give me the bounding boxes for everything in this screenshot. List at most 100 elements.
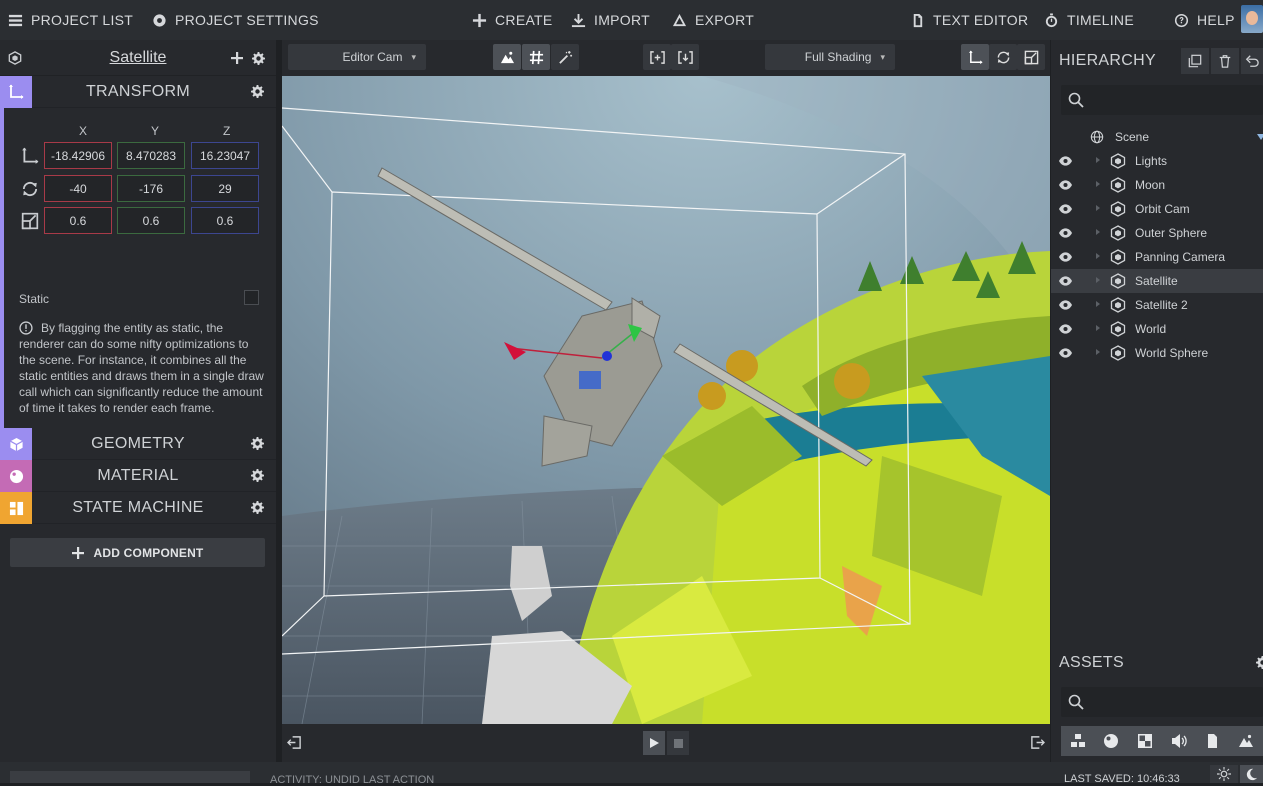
rotate-tool[interactable] [989, 44, 1017, 70]
visibility-eye-icon[interactable] [1059, 204, 1072, 214]
effects-toggle[interactable] [551, 44, 579, 70]
position-z-field[interactable]: 16.23047 [191, 142, 259, 169]
visibility-eye-icon[interactable] [1059, 300, 1072, 310]
import-button[interactable]: IMPORT [571, 0, 650, 40]
focus-button[interactable] [643, 44, 671, 70]
tree-item-label: Moon [1135, 178, 1166, 192]
visibility-eye-icon[interactable] [1059, 348, 1072, 358]
scene-view-toggle[interactable] [493, 44, 521, 70]
snap-button[interactable] [671, 44, 699, 70]
tree-item[interactable]: Satellite [1051, 269, 1263, 293]
scale-z-field[interactable]: 0.6 [191, 207, 259, 234]
scale-y-field[interactable]: 0.6 [117, 207, 185, 234]
trash-icon [1219, 55, 1231, 68]
scale-x-field[interactable]: 0.6 [44, 207, 112, 234]
entity-gear-icon[interactable] [252, 52, 265, 65]
rotation-x-field[interactable]: -40 [44, 175, 112, 202]
text-editor-button[interactable]: TEXT EDITOR [910, 0, 1028, 40]
tree-item[interactable]: Satellite 2 [1051, 293, 1263, 317]
texture-filter-icon[interactable] [1137, 733, 1153, 749]
exit-right-icon[interactable] [1030, 735, 1045, 750]
timeline-button[interactable]: TIMELINE [1044, 0, 1134, 40]
expand-caret-icon[interactable] [1096, 205, 1100, 211]
tree-item[interactable]: World [1051, 317, 1263, 341]
tree-item[interactable]: Outer Sphere [1051, 221, 1263, 245]
material-header[interactable]: MATERIAL [0, 460, 276, 492]
stop-button[interactable] [667, 731, 689, 755]
material-gear-icon[interactable] [251, 469, 264, 482]
visibility-eye-icon[interactable] [1059, 156, 1072, 166]
tree-item[interactable]: Moon [1051, 173, 1263, 197]
geometry-gear-icon[interactable] [251, 437, 264, 450]
static-info-text: By flagging the entity as static, the re… [19, 321, 264, 415]
entities-filter-icon[interactable] [1070, 733, 1086, 749]
exit-left-icon[interactable] [287, 735, 302, 750]
activity-text: ACTIVITY: UNDID LAST ACTION [270, 774, 435, 786]
expand-caret-icon[interactable] [1096, 301, 1100, 307]
help-label: HELP [1197, 12, 1235, 28]
dark-theme-button[interactable] [1240, 765, 1263, 783]
visibility-eye-icon[interactable] [1059, 252, 1072, 262]
camera-dropdown[interactable]: Editor Cam [288, 44, 426, 70]
export-button[interactable]: EXPORT [672, 0, 754, 40]
audio-filter-icon[interactable] [1171, 733, 1187, 749]
expand-caret-icon[interactable] [1096, 253, 1100, 259]
grid-toggle[interactable] [522, 44, 550, 70]
duplicate-button[interactable] [1181, 48, 1209, 74]
material-filter-icon[interactable] [1103, 733, 1119, 749]
project-settings-button[interactable]: PROJECT SETTINGS [152, 0, 319, 40]
tree-item[interactable]: Lights [1051, 149, 1263, 173]
transform-header[interactable]: TRANSFORM [0, 76, 276, 108]
position-y-field[interactable]: 8.470283 [117, 142, 185, 169]
translate-tool[interactable] [961, 44, 989, 70]
console-toggle[interactable] [10, 771, 250, 783]
scene-viewport[interactable] [282, 76, 1050, 724]
snap-bracket-icon [677, 50, 693, 64]
rotation-z-field[interactable]: 29 [191, 175, 259, 202]
collapse-arrow-icon[interactable] [1257, 134, 1263, 140]
expand-caret-icon[interactable] [1096, 277, 1100, 283]
light-theme-button[interactable] [1210, 765, 1238, 783]
visibility-eye-icon[interactable] [1059, 276, 1072, 286]
script-filter-icon[interactable] [1204, 733, 1220, 749]
shading-dropdown[interactable]: Full Shading [765, 44, 895, 70]
add-icon[interactable] [231, 52, 243, 64]
expand-caret-icon[interactable] [1096, 181, 1100, 187]
delete-button[interactable] [1211, 48, 1239, 74]
entity-hex-icon [1110, 177, 1126, 193]
state-machine-gear-icon[interactable] [251, 501, 264, 514]
tree-root-scene[interactable]: Scene [1051, 125, 1263, 149]
transform-gear-icon[interactable] [251, 85, 264, 98]
visibility-eye-icon[interactable] [1059, 324, 1072, 334]
visibility-eye-icon[interactable] [1059, 228, 1072, 238]
expand-caret-icon[interactable] [1096, 325, 1100, 331]
transform-body: X Y Z -18.42906 8.470283 16.23047 -40 -1… [0, 108, 276, 428]
user-avatar[interactable] [1241, 5, 1263, 33]
rotation-y-field[interactable]: -176 [117, 175, 185, 202]
tree-item-label: Satellite [1135, 274, 1178, 288]
visibility-eye-icon[interactable] [1059, 180, 1072, 190]
tree-item[interactable]: Orbit Cam [1051, 197, 1263, 221]
scale-tool[interactable] [1017, 44, 1045, 70]
play-button[interactable] [643, 731, 665, 755]
project-list-button[interactable]: PROJECT LIST [8, 0, 133, 40]
state-machine-header[interactable]: STATE MACHINE [0, 492, 276, 524]
help-button[interactable]: HELP [1174, 0, 1235, 40]
assets-search[interactable] [1061, 687, 1263, 717]
add-component-button[interactable]: ADD COMPONENT [10, 538, 265, 567]
tree-item[interactable]: World Sphere [1051, 341, 1263, 365]
expand-caret-icon[interactable] [1096, 229, 1100, 235]
tree-item[interactable]: Panning Camera [1051, 245, 1263, 269]
expand-caret-icon[interactable] [1096, 349, 1100, 355]
position-x-field[interactable]: -18.42906 [44, 142, 112, 169]
undo-button[interactable] [1241, 48, 1263, 74]
static-label: Static [19, 292, 50, 306]
create-button[interactable]: CREATE [472, 0, 553, 40]
hierarchy-search[interactable] [1061, 85, 1263, 115]
assets-gear-icon[interactable] [1256, 656, 1263, 669]
expand-caret-icon[interactable] [1096, 157, 1100, 163]
geometry-header[interactable]: GEOMETRY [0, 428, 276, 460]
scene-render[interactable] [282, 76, 1050, 724]
scene-filter-icon[interactable] [1238, 733, 1254, 749]
static-checkbox[interactable] [244, 290, 259, 305]
